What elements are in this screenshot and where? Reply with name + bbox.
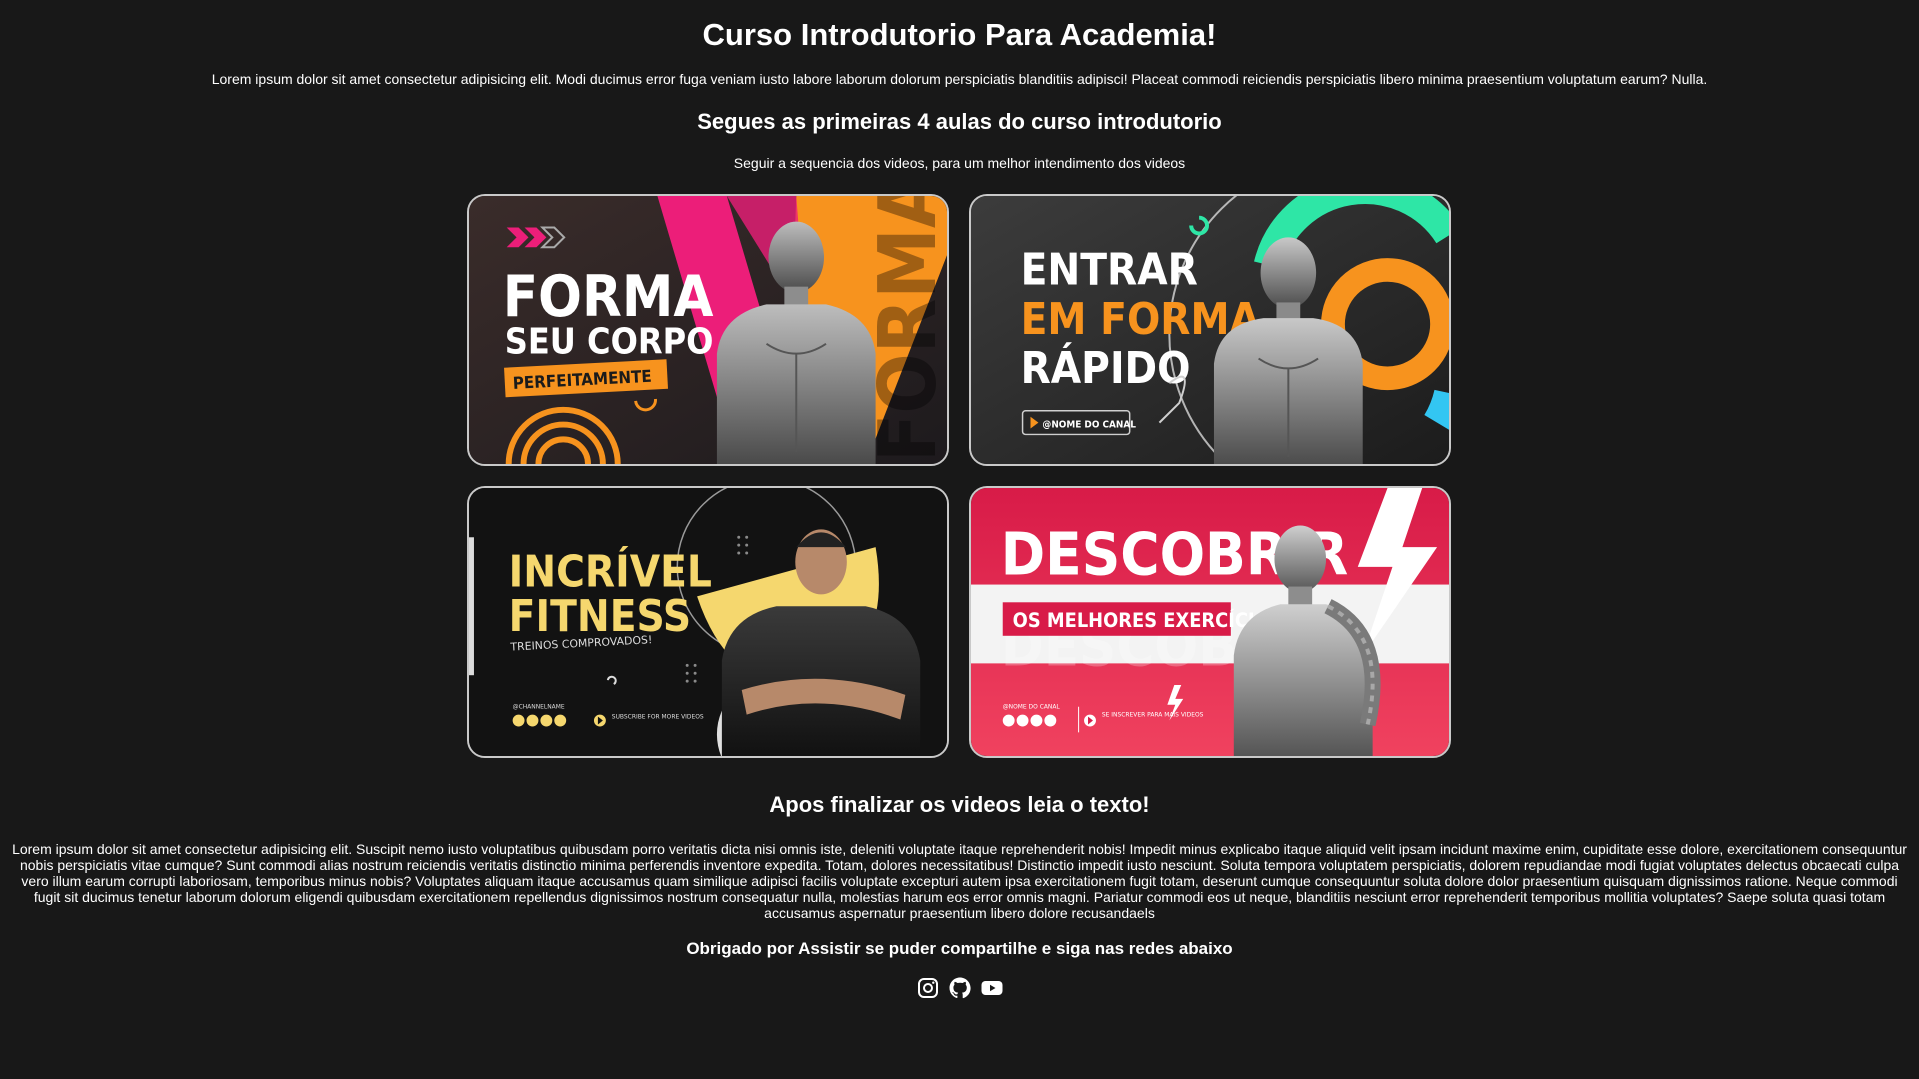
social-links (0, 976, 1919, 1000)
thumbnail-2-badge: @NOME DO CANAL (1042, 420, 1136, 431)
thumbnail-3-line2: FITNESS (509, 592, 691, 642)
intro-text: Lorem ipsum dolor sit amet consectetur a… (211, 71, 1708, 87)
youtube-icon (981, 981, 1002, 995)
after-heading: Apos finalizar os videos leia o texto! (769, 792, 1150, 817)
thumbnail-3-channel: @CHANNELNAME (513, 704, 565, 711)
video-thumbnail-2[interactable]: ENTRAR EM FORMA RÁPIDO @NOME DO CANAL (969, 194, 1451, 466)
thumbnail-3-line1: INCRÍVEL (509, 547, 712, 598)
youtube-link[interactable] (980, 976, 1004, 1000)
thumbnail-4-badge: OS MELHORES EXERCÍCIOS (1013, 609, 1283, 632)
thanks-text: Obrigado por Assistir se puder compartil… (686, 939, 1233, 958)
github-icon (949, 977, 971, 999)
thumbnail-3-art: INCRÍVEL FITNESS TREINOS COMPROVADOS! @C… (469, 488, 947, 756)
lessons-heading: Segues as primeiras 4 aulas do curso int… (697, 109, 1222, 134)
video-thumbnail-4[interactable]: DESCOBRIR DESCOBRIR OS MELHORES EXERCÍCI… (969, 486, 1451, 758)
lessons-subheading: Seguir a sequencia dos videos, para um m… (733, 155, 1186, 171)
thumbnail-4-art: DESCOBRIR DESCOBRIR OS MELHORES EXERCÍCI… (971, 488, 1449, 756)
thumbnail-2-line1: ENTRAR (1021, 246, 1198, 296)
thumbnail-2-art: ENTRAR EM FORMA RÁPIDO @NOME DO CANAL (971, 196, 1449, 464)
after-body-text: Lorem ipsum dolor sit amet consectetur a… (12, 841, 1907, 921)
thumbnail-3-cta: SUBSCRIBE FOR MORE VIDEOS (612, 714, 704, 721)
github-link[interactable] (948, 976, 972, 1000)
thumbnail-1-line1: FORMA (503, 263, 714, 330)
page: Curso Introdutorio Para Academia! Lorem … (0, 0, 1919, 1079)
thumbnail-2-line3: RÁPIDO (1021, 343, 1191, 394)
instagram-link[interactable] (916, 976, 940, 1000)
thumbnail-4-channel: @NOME DO CANAL (1003, 704, 1061, 711)
video-thumbnail-3[interactable]: INCRÍVEL FITNESS TREINOS COMPROVADOS! @C… (467, 486, 949, 758)
video-thumbnail-1[interactable]: FORMA FORMA SEU CORPO PERFEITAMENTE (467, 194, 949, 466)
page-title: Curso Introdutorio Para Academia! (702, 17, 1217, 52)
thumbnail-4-cta: SE INSCREVER PARA MAIS VIDEOS (1102, 712, 1204, 719)
instagram-icon (917, 978, 938, 998)
video-grid: FORMA FORMA SEU CORPO PERFEITAMENTE ENTR… (467, 194, 1453, 760)
thumbnail-1-art: FORMA FORMA SEU CORPO PERFEITAMENTE (469, 196, 947, 464)
thumbnail-1-line2: SEU CORPO (505, 322, 714, 363)
